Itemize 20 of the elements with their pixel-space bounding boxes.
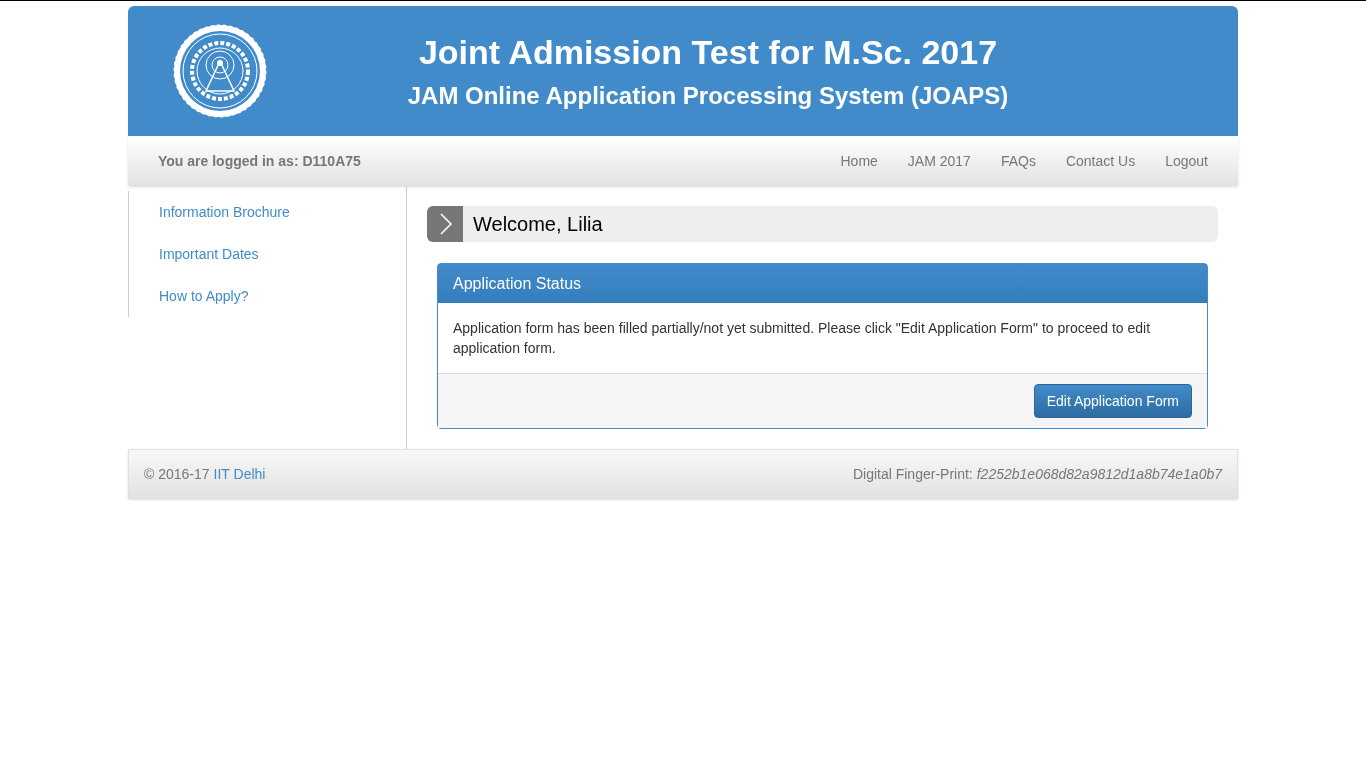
nav-link[interactable]: Logout [1150,150,1223,172]
copyright-text: © 2016-17 [144,464,210,484]
chevron-right-icon [427,206,463,242]
nav-link[interactable]: Home [825,150,893,172]
login-status: You are logged in as: D110A75 [158,151,361,171]
fingerprint-value: f2252b1e068d82a9812d1a8b74e1a0b7 [976,464,1222,484]
sidebar-link[interactable]: How to Apply? [129,275,279,317]
nav-link[interactable]: FAQs [985,150,1051,172]
welcome-text: Welcome, Lilia [473,212,603,237]
institute-link[interactable]: IIT Delhi [213,463,266,485]
header-title: Joint Admission Test for M.Sc. 2017 [418,31,998,73]
edit-application-button[interactable]: Edit Application Form [1033,384,1192,418]
nav-link[interactable]: Contact Us [1050,150,1151,172]
header-subtitle: JAM Online Application Processing System (JOAPS) [407,81,1009,112]
fingerprint-label: Digital Finger-Print: [852,464,973,484]
nav-link[interactable]: JAM 2017 [892,150,986,172]
sidebar-link[interactable]: Information Brochure [129,191,320,233]
panel-heading: Application Status [438,264,1207,303]
sidebar-link[interactable]: Important Dates [129,233,289,275]
status-message: Application form has been filled partially/not yet submitted. Please click "Edit Application Form" to proceed to edit application form. [452,319,1152,358]
